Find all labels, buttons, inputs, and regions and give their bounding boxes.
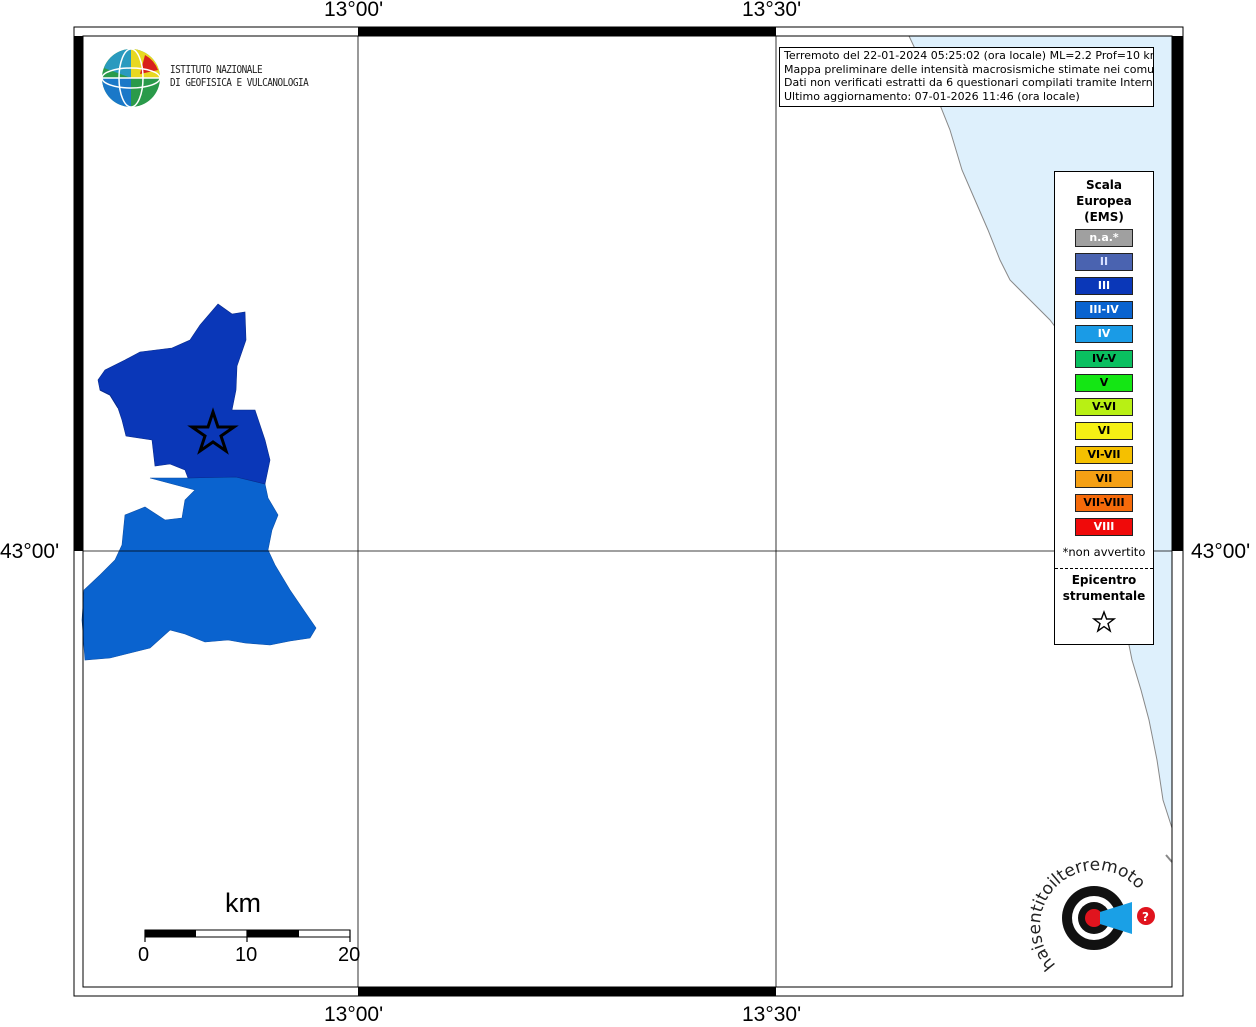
lat-label-left-4300: 43°00' xyxy=(0,540,60,563)
svg-text:?: ? xyxy=(1142,910,1149,924)
legend-title: Scala Europea (EMS) xyxy=(1055,177,1153,225)
scale-tick-0: 0 xyxy=(138,944,150,966)
legend-title-2: Europea xyxy=(1076,194,1132,208)
info-data-source: Dati non verificati estratti da 6 questi… xyxy=(784,76,1154,89)
legend-item: VI xyxy=(1075,421,1133,440)
legend-title-1: Scala xyxy=(1085,178,1123,192)
legend-item: III-IV xyxy=(1075,301,1133,320)
ingv-logo-text: ISTITUTO NAZIONALE DI GEOFISICA E VULCAN… xyxy=(170,63,309,89)
scale-tick-20: 20 xyxy=(338,944,361,966)
ingv-line2: DI GEOFISICA E VULCANOLOGIA xyxy=(170,76,309,89)
legend-not-felt-note: *non avvertito xyxy=(1062,545,1146,559)
legend-item: V xyxy=(1075,373,1133,392)
legend-star-icon xyxy=(1092,610,1116,633)
info-event: Terremoto del 22-01-2024 05:25:02 (ora l… xyxy=(784,49,1154,62)
info-description: Mappa preliminare delle intensità macros… xyxy=(784,62,1154,76)
legend-epicenter-line1: Epicentro xyxy=(1071,573,1137,587)
legend-title-3: (EMS) xyxy=(1084,210,1124,224)
scale-unit: km xyxy=(225,888,261,918)
info-updated: Ultimo aggiornamento: 07-01-2026 11:46 (… xyxy=(784,89,1080,103)
legend-item: n.a.* xyxy=(1075,229,1133,247)
legend-item: VIII xyxy=(1075,518,1133,537)
legend-item: V-VI xyxy=(1075,397,1133,416)
lon-label-top-1300: 13°00' xyxy=(324,0,384,21)
lon-label-bottom-1330: 13°30' xyxy=(742,1003,802,1026)
lat-label-right-4300: 43°00' xyxy=(1191,540,1251,563)
lon-label-top-1330: 13°30' xyxy=(742,0,802,21)
legend-item: IV xyxy=(1075,325,1133,344)
scale-tick-10: 10 xyxy=(235,944,258,966)
legend-epicenter-label: Epicentro strumentale xyxy=(1055,572,1153,604)
legend-epicenter-line2: strumentale xyxy=(1062,589,1146,603)
legend-item: VII-VIII xyxy=(1075,494,1133,513)
ingv-line1: ISTITUTO NAZIONALE xyxy=(170,63,263,76)
legend-item: II xyxy=(1075,253,1133,272)
legend-separator xyxy=(1055,568,1153,569)
legend-item: VII xyxy=(1075,470,1133,488)
legend-item: III xyxy=(1075,277,1133,296)
ems-legend: Scala Europea (EMS) n.a.* II III III-IV IV IV… xyxy=(1054,171,1154,645)
lon-label-bottom-1300: 13°00' xyxy=(324,1003,384,1026)
legend-item: VI-VII xyxy=(1075,445,1133,464)
ingv-logo-icon xyxy=(101,48,161,108)
legend-item: IV-V xyxy=(1075,349,1133,368)
event-info-box: Terremoto del 22-01-2024 05:25:02 (ora l… xyxy=(779,47,1154,107)
